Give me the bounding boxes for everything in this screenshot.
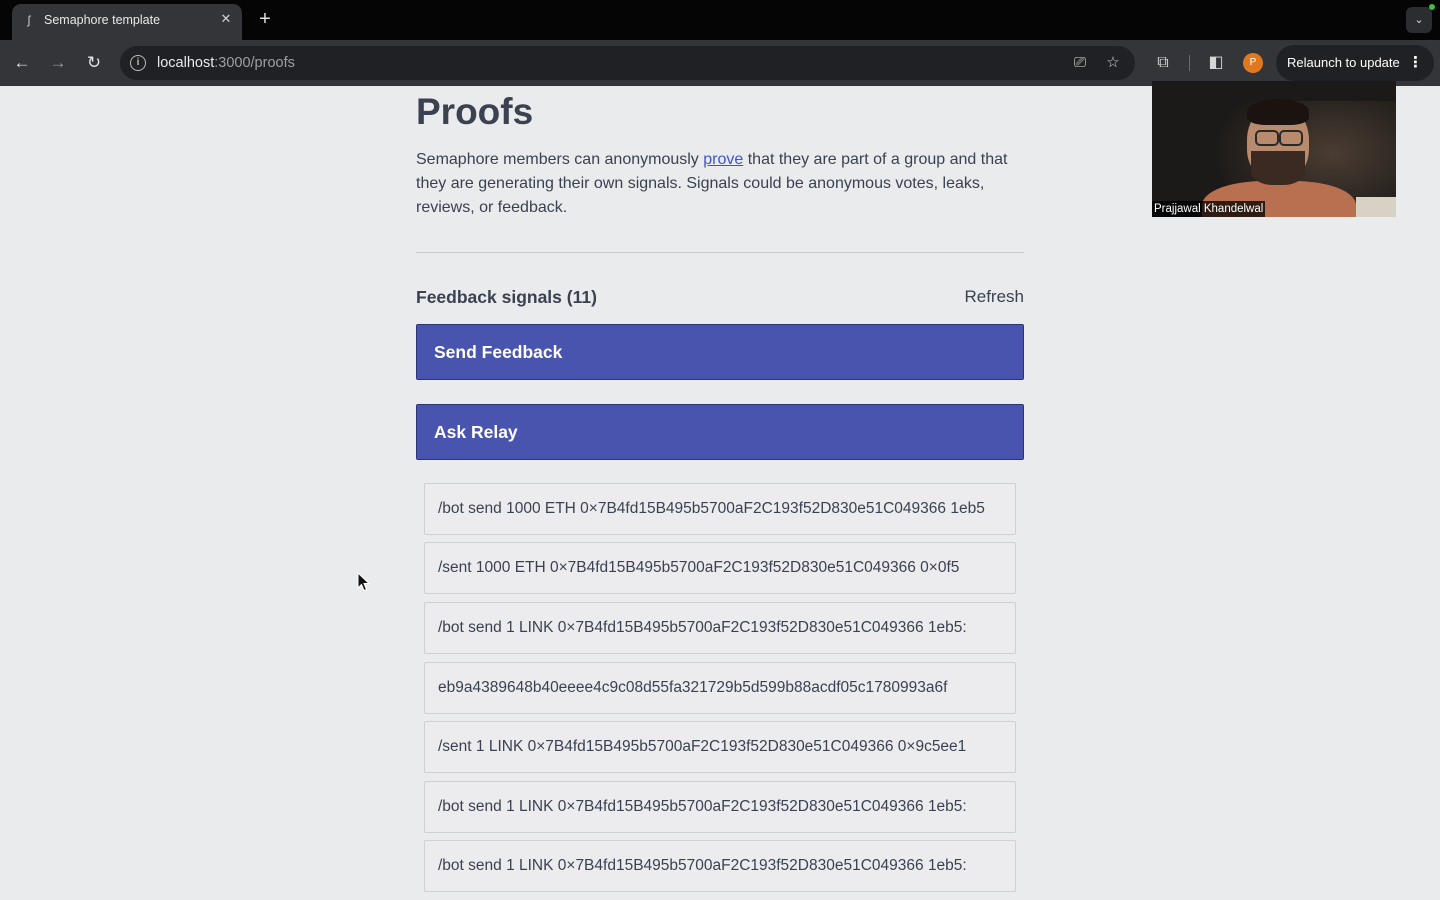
signal-text: eb9a4389648b40eeee4c9c08d55fa321729b5d59…: [438, 679, 948, 696]
tab-title: Semaphore template: [44, 13, 161, 27]
status-dot-icon: [1429, 4, 1435, 10]
semaphore-favicon-icon: ʃ: [27, 13, 31, 27]
site-info-icon[interactable]: i: [130, 55, 146, 71]
url-host: localhost: [157, 55, 215, 71]
signal-item: /sent 1 LINK 0×7B4fd15B495b5700aF2C193f5…: [424, 721, 1016, 773]
signal-text: /sent 1000 ETH 0×7B4fd15B495b5700aF2C193…: [438, 559, 960, 576]
participant-name-label: Prajjawal Khandelwal: [1152, 201, 1266, 217]
background-window: [1356, 197, 1396, 217]
prove-link[interactable]: prove: [703, 151, 743, 168]
new-tab-button[interactable]: +: [254, 8, 276, 30]
side-panel-icon[interactable]: ◧: [1205, 52, 1227, 74]
participant-glasses: [1253, 130, 1303, 146]
video-call-overlay[interactable]: Prajjawal Khandelwal: [1152, 81, 1396, 217]
signal-item: /bot send 1000 ETH 0×7B4fd15B495b5700aF2…: [424, 483, 1016, 535]
browser-toolbar: ← → ↻ i localhost:3000/proofs ⎚ ☆ ⧉ ◧ P …: [0, 40, 1440, 86]
install-app-icon[interactable]: ⎚: [1070, 53, 1090, 73]
send-feedback-button[interactable]: Send Feedback: [416, 324, 1024, 380]
browser-tab-strip: ʃ Semaphore template ✕ + ⌄: [0, 0, 1440, 40]
signal-text: /bot send 1 LINK 0×7B4fd15B495b5700aF2C1…: [438, 619, 967, 636]
signals-heading: Feedback signals (11): [416, 287, 597, 307]
send-feedback-label: Send Feedback: [434, 342, 563, 362]
refresh-button[interactable]: Refresh: [964, 286, 1024, 308]
forward-button[interactable]: →: [47, 52, 69, 74]
participant-beard: [1251, 151, 1305, 185]
address-bar[interactable]: i localhost:3000/proofs ⎚ ☆: [120, 46, 1135, 80]
ask-relay-label: Ask Relay: [434, 422, 518, 442]
toolbar-divider: [1189, 55, 1190, 71]
reload-button[interactable]: ↻: [83, 52, 105, 74]
url-path: :3000/proofs: [214, 55, 295, 71]
url-text[interactable]: localhost:3000/proofs: [157, 55, 295, 71]
signal-text: /bot send 1000 ETH 0×7B4fd15B495b5700aF2…: [438, 500, 985, 517]
signal-item: /bot send 1 LINK 0×7B4fd15B495b5700aF2C1…: [424, 602, 1016, 654]
signal-text: /bot send 1 LINK 0×7B4fd15B495b5700aF2C1…: [438, 798, 967, 815]
signal-text: /sent 1 LINK 0×7B4fd15B495b5700aF2C193f5…: [438, 738, 967, 755]
tab-search-button[interactable]: ⌄: [1406, 7, 1432, 33]
section-divider: [416, 252, 1024, 253]
more-menu-icon[interactable]: ⋮: [1408, 53, 1423, 73]
signal-text: /bot send 1 LINK 0×7B4fd15B495b5700aF2C1…: [438, 857, 967, 874]
bookmark-star-icon[interactable]: ☆: [1103, 53, 1123, 73]
close-tab-icon[interactable]: ✕: [218, 11, 234, 27]
browser-tab[interactable]: ʃ Semaphore template ✕: [12, 4, 242, 40]
description-text-start: Semaphore members can anonymously: [416, 151, 704, 168]
signal-item: /bot send 1 LINK 0×7B4fd15B495b5700aF2C1…: [424, 840, 1016, 892]
page-description: Semaphore members can anonymously prove …: [416, 148, 1024, 220]
ask-relay-button[interactable]: Ask Relay: [416, 404, 1024, 460]
signal-item: /bot send 1 LINK 0×7B4fd15B495b5700aF2C1…: [424, 781, 1016, 833]
signal-item: /sent 1000 ETH 0×7B4fd15B495b5700aF2C193…: [424, 542, 1016, 594]
profile-avatar[interactable]: P: [1243, 53, 1263, 73]
signal-item: eb9a4389648b40eeee4c9c08d55fa321729b5d59…: [424, 662, 1016, 714]
page-title: Proofs: [416, 91, 534, 132]
relaunch-button[interactable]: Relaunch to update ⋮: [1276, 45, 1434, 81]
mouse-cursor-icon: [357, 572, 371, 592]
relaunch-label: Relaunch to update: [1287, 55, 1400, 70]
extensions-icon[interactable]: ⧉: [1152, 52, 1174, 74]
back-button[interactable]: ←: [11, 52, 33, 74]
participant-hair: [1247, 99, 1309, 125]
